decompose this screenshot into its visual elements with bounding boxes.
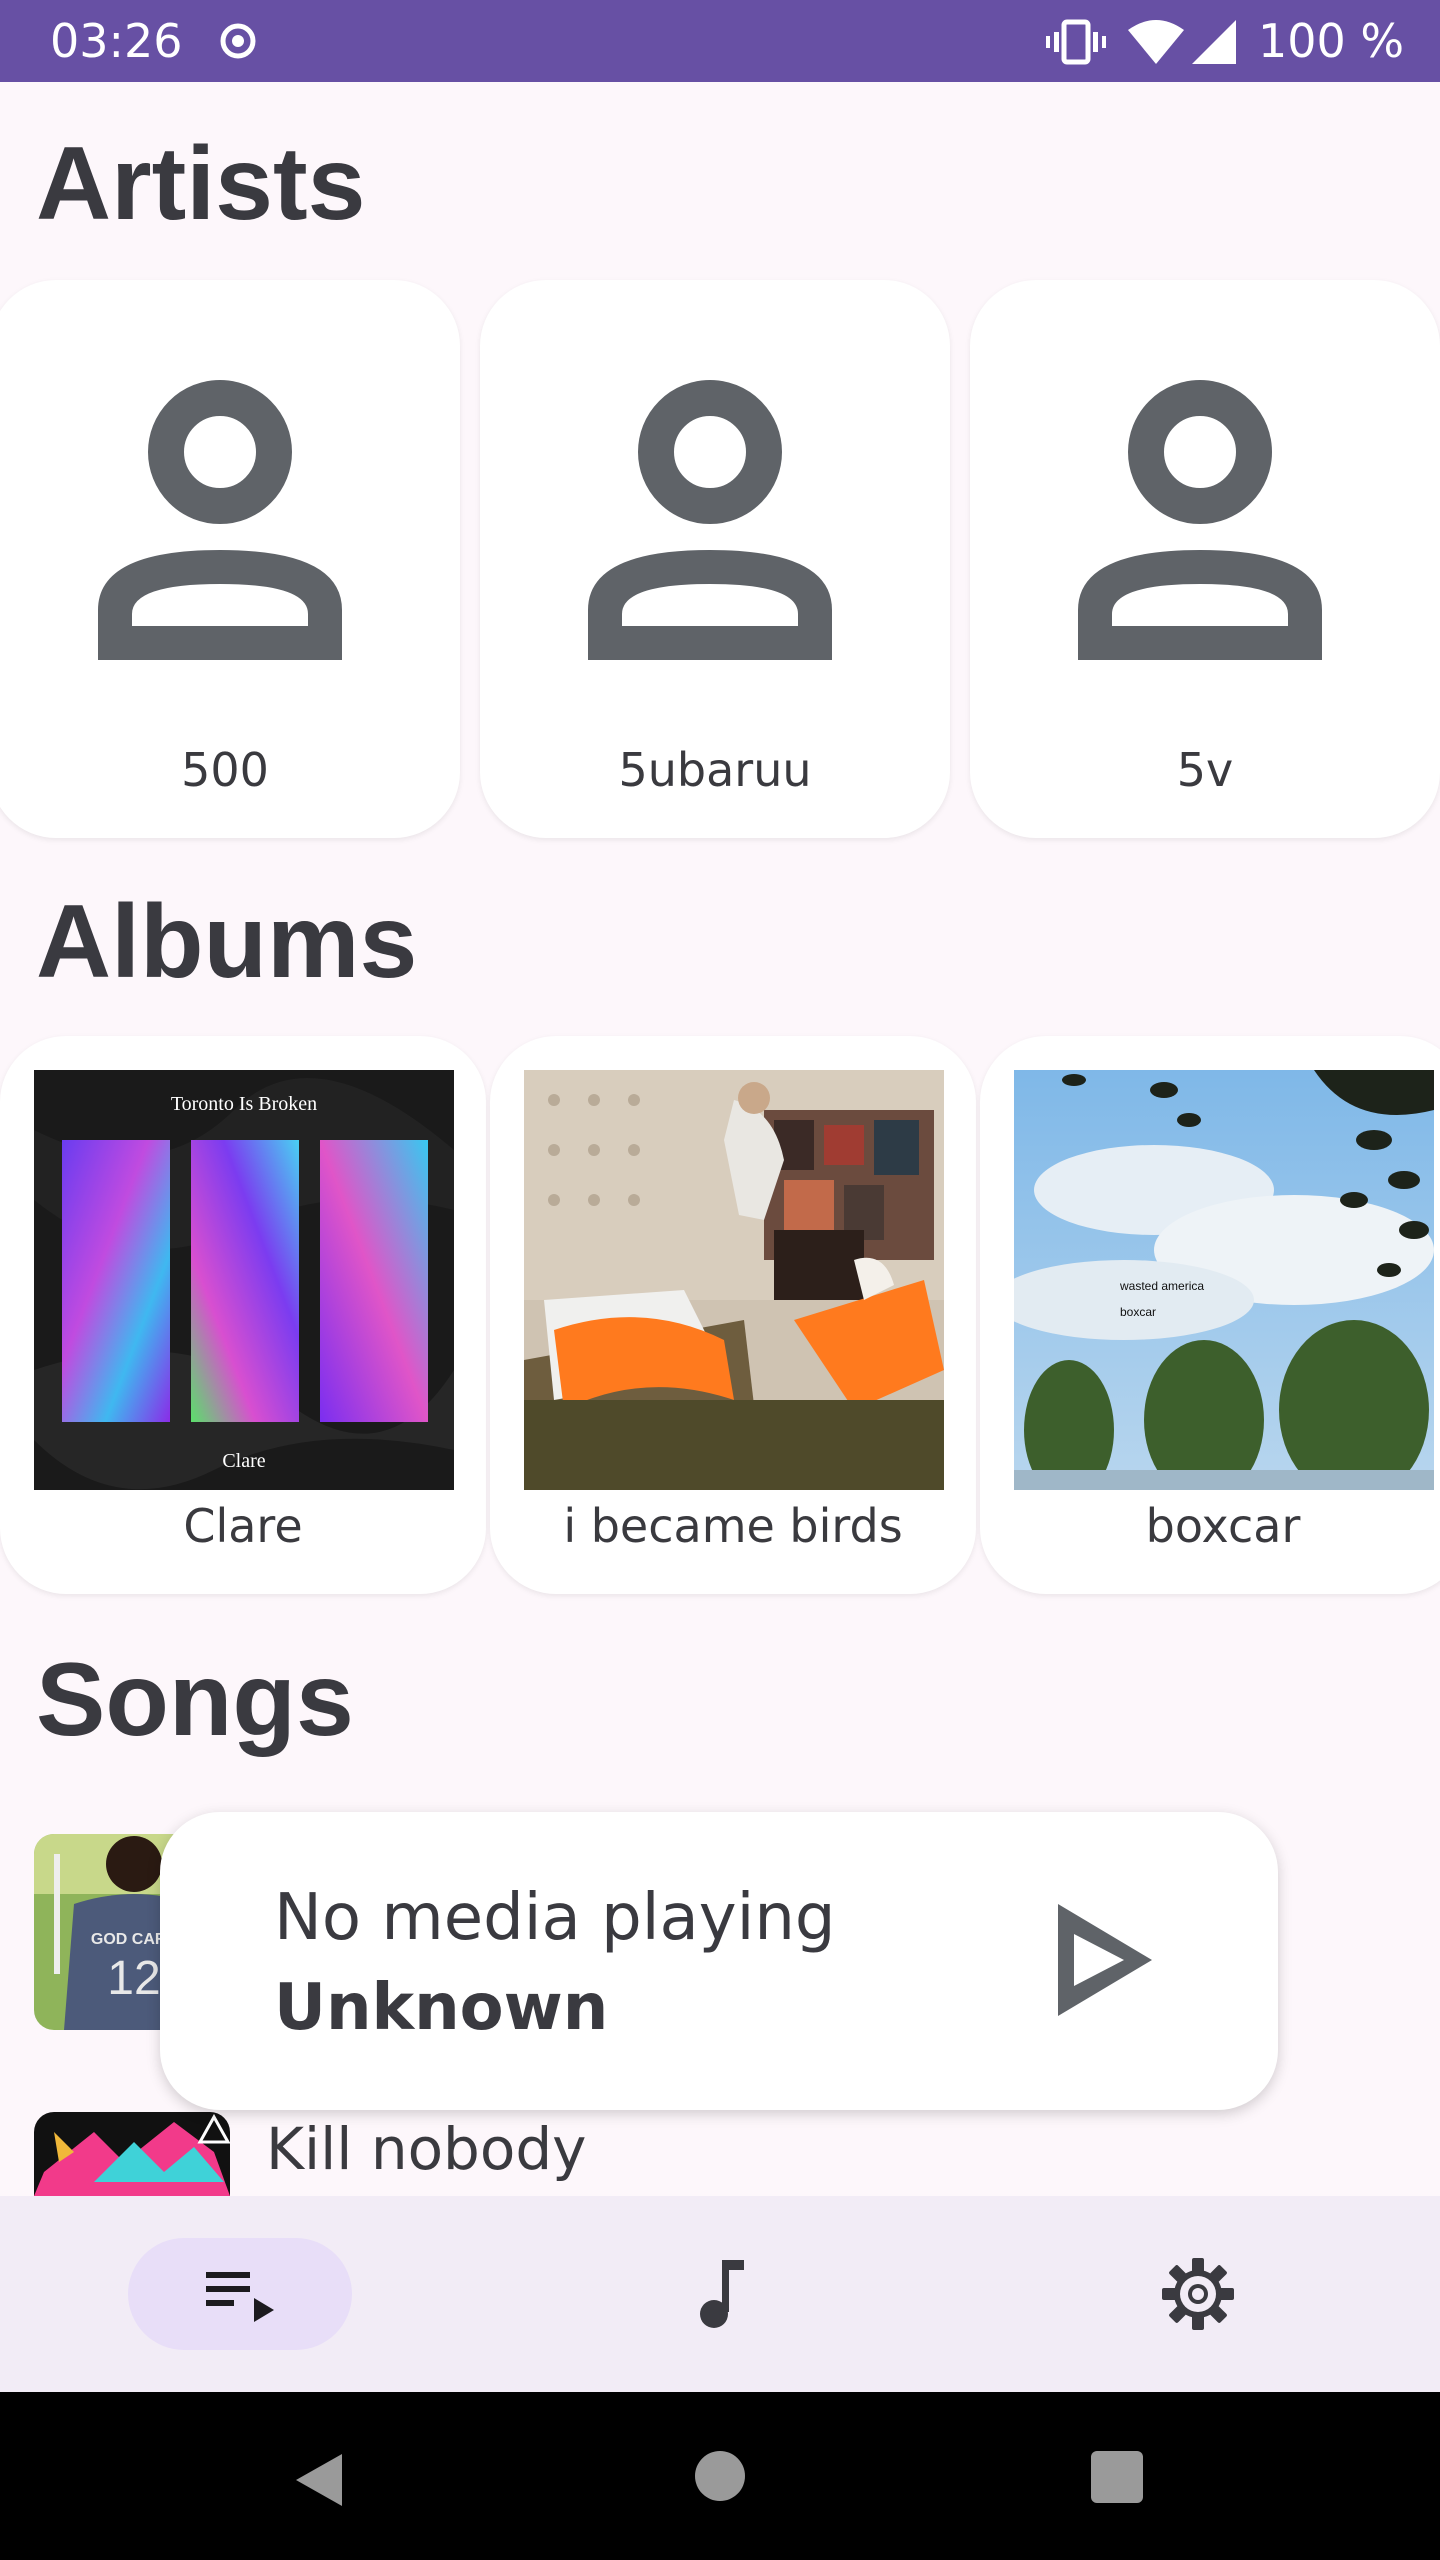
battery-percentage: 100 % (1258, 14, 1405, 68)
album-art (524, 1070, 944, 1490)
nav-item-library[interactable] (128, 2238, 352, 2350)
now-playing-artist: Unknown (274, 1971, 609, 2045)
vibrate-icon (1046, 19, 1106, 65)
artist-name: 5ubaruu (618, 743, 812, 797)
bottom-navigation (0, 2196, 1440, 2392)
album-art-line2: boxcar (1120, 1305, 1156, 1319)
artist-card-5ubaruu[interactable]: 5ubaruu (480, 280, 950, 838)
person-icon (588, 380, 832, 660)
system-navigation-bar (0, 2392, 1440, 2560)
signal-icon (1192, 20, 1236, 64)
home-icon[interactable] (694, 2450, 746, 2502)
song-title: Kill nobody (266, 2115, 587, 2183)
album-name: i became birds (563, 1499, 903, 1553)
album-art-subtitle: Clare (222, 1450, 265, 1472)
status-bar: 03:26 100 % (0, 0, 1440, 82)
artist-name: 5v (1176, 743, 1234, 797)
songs-section-title: Songs (36, 1642, 354, 1758)
nav-item-now-playing[interactable] (660, 2238, 780, 2350)
artists-section-title: Artists (36, 126, 366, 242)
song-thumbnail (34, 2112, 230, 2196)
artist-card-500[interactable]: 500 (0, 280, 460, 838)
album-art: wasted america boxcar (1014, 1070, 1434, 1490)
music-note-icon (700, 2260, 744, 2328)
thumb-number: 12 (107, 1952, 160, 2005)
album-name: boxcar (1145, 1499, 1301, 1553)
nav-item-settings[interactable] (1140, 2238, 1260, 2350)
record-dot-icon (220, 23, 256, 59)
person-icon (98, 380, 342, 660)
artist-name: 500 (181, 743, 269, 797)
back-icon[interactable] (290, 2450, 346, 2510)
albums-section-title: Albums (36, 884, 418, 1000)
now-playing-card[interactable]: No media playing Unknown (160, 1812, 1278, 2110)
wifi-icon (1128, 20, 1184, 64)
recents-icon[interactable] (1090, 2450, 1144, 2504)
album-art-title: Toronto Is Broken (171, 1093, 317, 1115)
queue-music-icon (206, 2272, 274, 2322)
album-art: Toronto Is Broken Clare (34, 1070, 454, 1490)
album-art-line1: wasted america (1119, 1279, 1204, 1293)
status-time: 03:26 (50, 14, 183, 68)
settings-gear-icon (1162, 2258, 1234, 2330)
album-card-boxcar[interactable]: wasted america boxcar boxcar (980, 1036, 1440, 1594)
album-card-i-became-birds[interactable]: i became birds (490, 1036, 976, 1594)
person-icon (1078, 380, 1322, 660)
now-playing-title: No media playing (274, 1881, 836, 1955)
album-card-clare[interactable]: Toronto Is Broken Clare Clare (0, 1036, 486, 1594)
album-name: Clare (183, 1499, 303, 1553)
play-icon[interactable] (1030, 1890, 1170, 2030)
artist-card-5v[interactable]: 5v (970, 280, 1440, 838)
